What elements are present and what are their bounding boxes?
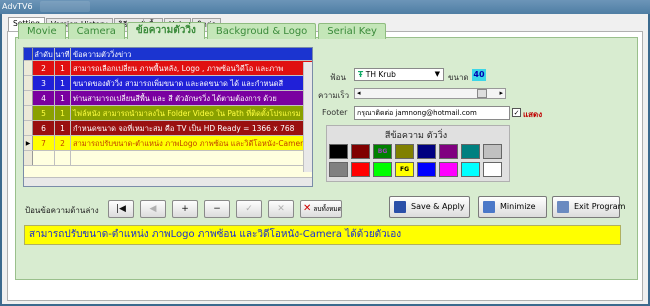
window-title: AdvTV6	[2, 2, 33, 11]
row-indicator[interactable]	[24, 76, 33, 90]
tab-scrolling-text[interactable]: ข้อความตัววิ่ง	[126, 22, 205, 39]
title-bar: AdvTV6	[0, 0, 650, 14]
color-swatch[interactable]	[439, 144, 458, 159]
exit-program-button[interactable]: Exit Program	[552, 196, 625, 218]
color-swatch[interactable]: FG	[395, 162, 414, 177]
input-text-below-label: ป้อนข้อความด้านล่าง	[25, 206, 99, 215]
color-swatch[interactable]	[483, 162, 502, 177]
row-indicator[interactable]	[24, 121, 33, 135]
grid-vertical-scrollbar[interactable]	[303, 62, 312, 172]
first-record-button[interactable]: |◀	[108, 200, 134, 218]
save-apply-button[interactable]: Save & Apply	[389, 196, 470, 218]
arrow-left-icon[interactable]: ◂	[357, 89, 361, 98]
exit-door-icon	[557, 200, 569, 213]
color-swatch[interactable]	[329, 162, 348, 177]
remove-record-button[interactable]: −	[204, 200, 230, 218]
row-indicator[interactable]	[24, 91, 33, 105]
grid-body: 2 1 สามารถเลือกเปลี่ยน ภาพพื้นหลัง, Logo ,…	[24, 61, 312, 151]
minimize-button[interactable]: Minimize	[478, 196, 547, 218]
table-row[interactable]: 2 1 สามารถเลือกเปลี่ยน ภาพพื้นหลัง, Logo ,…	[24, 61, 312, 76]
color-swatch[interactable]	[395, 144, 414, 159]
grid-header: ลำดับ นาที ข้อความตัววิ่งข่าว	[24, 48, 312, 61]
title-bar-ghost	[40, 1, 90, 12]
font-size-value[interactable]: 40	[472, 69, 486, 81]
tab-background-logo[interactable]: Backgroud & Logo	[206, 23, 317, 39]
column-header-minutes[interactable]: นาที	[55, 48, 71, 60]
color-swatch[interactable]	[483, 144, 502, 159]
color-swatch[interactable]	[351, 162, 370, 177]
color-swatch[interactable]	[461, 144, 480, 159]
font-type-icon: Ŧ	[358, 70, 366, 79]
speed-slider[interactable]: ◂ ▸	[354, 88, 506, 99]
font-select[interactable]: Ŧ TH Krub ▼	[354, 68, 444, 81]
color-swatch[interactable]	[373, 162, 392, 177]
delete-all-button[interactable]: ✕ ลบทั้งหมด	[300, 200, 342, 218]
row-order-cell[interactable]: 5	[33, 106, 55, 120]
inner-tab-bar: Movie Camera ข้อความตัววิ่ง Backgroud & …	[18, 22, 388, 39]
slider-thumb[interactable]	[477, 89, 487, 98]
color-swatch[interactable]	[417, 162, 436, 177]
row-indicator[interactable]	[24, 61, 33, 75]
row-order-cell[interactable]: 2	[33, 61, 55, 75]
font-label: ฟ้อน	[330, 73, 346, 82]
floppy-disk-icon	[394, 200, 406, 213]
footer-show-checkbox[interactable]: ✓	[512, 108, 521, 117]
color-swatch[interactable]	[329, 144, 348, 159]
row-message-cell[interactable]: สามารถปรับขนาด-ตำแหน่ง ภาพLogo ภาพซ้อน แ…	[71, 136, 312, 150]
grid-horizontal-scrollbar[interactable]	[24, 177, 312, 186]
color-swatch[interactable]	[439, 162, 458, 177]
cancel-record-button[interactable]: ✕	[268, 200, 294, 218]
row-minutes-cell[interactable]: 1	[55, 76, 71, 90]
row-order-cell[interactable]: 3	[33, 76, 55, 90]
color-swatch[interactable]	[417, 144, 436, 159]
row-message-cell[interactable]: ไฟล์หนัง สามารถนำมาลงใน Folder Video ใน …	[71, 106, 312, 120]
wrench-icon	[483, 200, 495, 213]
tab-camera[interactable]: Camera	[67, 23, 125, 39]
row-minutes-cell[interactable]: 1	[55, 91, 71, 105]
column-header-message[interactable]: ข้อความตัววิ่งข่าว	[71, 48, 312, 60]
confirm-record-button[interactable]: ✓	[236, 200, 262, 218]
table-row[interactable]: 4 1 ท่านสามารถเปลี่ยนสีพื้น และ สี ตัวอักษ…	[24, 91, 312, 106]
row-order-cell[interactable]: 7	[33, 136, 55, 150]
footer-label: Footer	[322, 108, 348, 117]
delete-x-icon: ✕	[303, 203, 312, 214]
color-palette-title: สีข้อความ ตัววิ่ง	[384, 131, 448, 141]
tab-movie[interactable]: Movie	[18, 23, 66, 39]
row-minutes-cell[interactable]: 1	[55, 121, 71, 135]
prev-record-button[interactable]: ◀	[140, 200, 166, 218]
row-minutes-cell[interactable]: 1	[55, 106, 71, 120]
ticker-preview: สามารถปรับขนาด-ตำแหน่ง ภาพLogo ภาพซ้อน แ…	[24, 225, 621, 245]
footer-show-label: แสดง	[523, 110, 543, 119]
color-swatch[interactable]	[461, 162, 480, 177]
arrow-right-icon[interactable]: ▸	[499, 89, 503, 98]
chevron-down-icon: ▼	[434, 70, 440, 78]
table-row[interactable]: 5 1 ไฟล์หนัง สามารถนำมาลงใน Folder Video ใ…	[24, 106, 312, 121]
footer-input[interactable]: กรุณาติดต่อ jamnong@hotmail.com	[354, 106, 510, 120]
row-order-cell[interactable]: 4	[33, 91, 55, 105]
row-indicator[interactable]	[24, 106, 33, 120]
table-row-empty[interactable]	[24, 151, 312, 166]
color-swatch[interactable]	[351, 144, 370, 159]
row-minutes-cell[interactable]: 1	[55, 61, 71, 75]
speed-label: ความเร็ว	[318, 91, 350, 100]
column-header-order[interactable]: ลำดับ	[33, 48, 55, 60]
row-order-cell[interactable]: 6	[33, 121, 55, 135]
row-message-cell[interactable]: ท่านสามารถเปลี่ยนสีพื้น และ สี ตัวอักษรว…	[71, 91, 312, 105]
message-grid[interactable]: ลำดับ นาที ข้อความตัววิ่งข่าว 2 1 สามารถเล…	[23, 47, 313, 187]
table-row[interactable]: 6 1 กำหนดขนาด จอที่เหมาะสม คือ TV เป็น HD …	[24, 121, 312, 136]
row-minutes-cell[interactable]: 2	[55, 136, 71, 150]
row-message-cell[interactable]: ขนาดของตัววิ่ง สามารถเพิ่มขนาด และลดขนาด…	[71, 76, 312, 90]
add-record-button[interactable]: +	[172, 200, 198, 218]
tab-serial-key[interactable]: Serial Key	[318, 23, 386, 39]
row-message-cell[interactable]: สามารถเลือกเปลี่ยน ภาพพื้นหลัง, Logo , ภ…	[71, 61, 312, 75]
color-swatch[interactable]: BG	[373, 144, 392, 159]
row-indicator[interactable]: ▶	[24, 136, 33, 150]
font-size-label: ขนาด	[448, 73, 469, 82]
table-row[interactable]: ▶ 7 2 สามารถปรับขนาด-ตำแหน่ง ภาพLogo ภาพซ้อ…	[24, 136, 312, 151]
table-row[interactable]: 3 1 ขนาดของตัววิ่ง สามารถเพิ่มขนาด และลดขน…	[24, 76, 312, 91]
row-message-cell[interactable]: กำหนดขนาด จอที่เหมาะสม คือ TV เป็น HD Re…	[71, 121, 312, 135]
